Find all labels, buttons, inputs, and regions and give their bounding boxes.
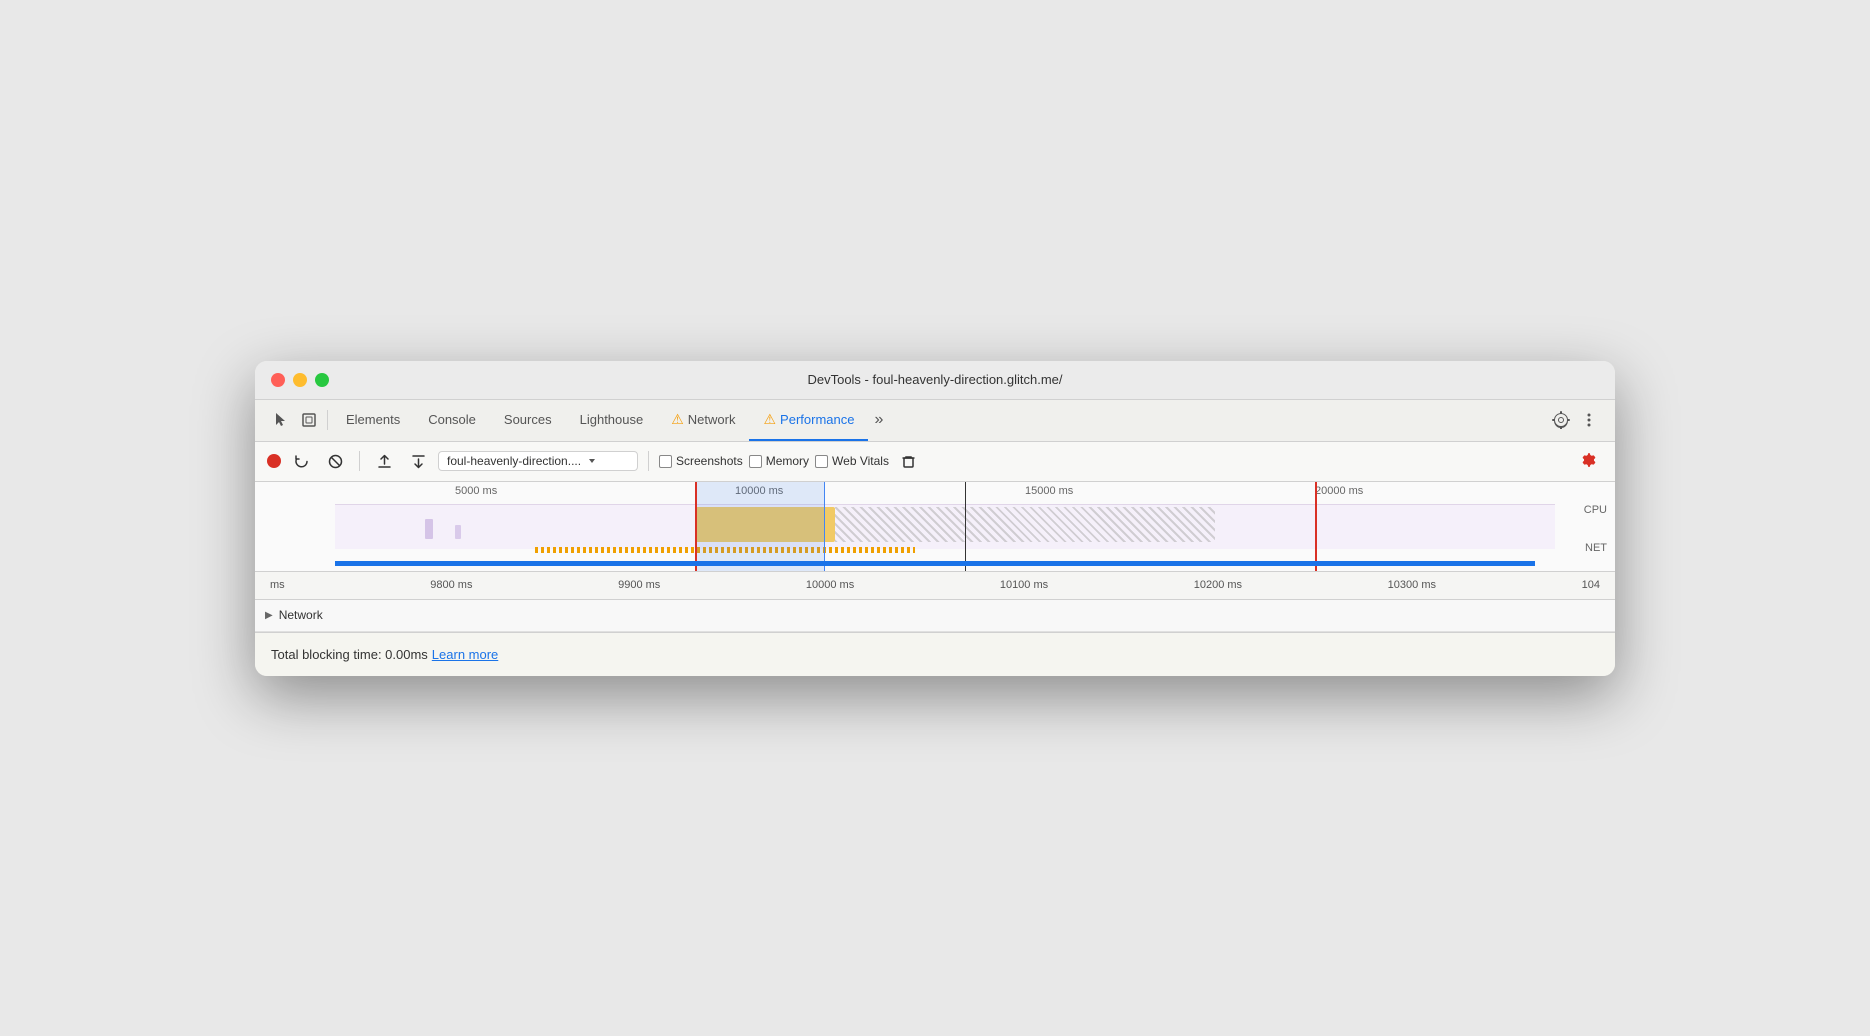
webvitals-option[interactable]: Web Vitals [815,454,889,468]
timeline-chart: 5000 ms 10000 ms 15000 ms 20000 ms [255,482,1615,571]
url-text: foul-heavenly-direction.... [447,454,581,468]
toolbar: Elements Console Sources Lighthouse ⚠ Ne… [255,400,1615,442]
dmark-4: 10100 ms [1000,579,1048,591]
ruler-15000: 15000 ms [1025,485,1073,497]
window-controls [271,373,329,387]
network-warning-icon: ⚠ [671,411,684,428]
performance-settings-icon[interactable] [1575,447,1603,475]
network-label: Network [279,608,323,622]
tab-elements[interactable]: Elements [332,399,414,441]
cursor-icon[interactable] [267,406,295,434]
cpu-spike-1 [425,519,433,539]
url-selector[interactable]: foul-heavenly-direction.... [438,451,638,471]
webvitals-checkbox[interactable] [815,455,828,468]
tab-sources[interactable]: Sources [490,399,566,441]
dmark-1: 9800 ms [430,579,472,591]
net-bar [335,561,1535,566]
inspect-icon[interactable] [295,406,323,434]
action-sep [359,451,360,471]
red-marker-right [1315,482,1317,571]
black-marker [965,482,966,571]
network-expand-arrow: ▶ [265,610,273,621]
cpu-label: CPU [1584,504,1607,516]
red-marker-left [695,482,697,571]
dmark-3: 10000 ms [806,579,854,591]
memory-checkbox[interactable] [749,455,762,468]
close-button[interactable] [271,373,285,387]
webvitals-label: Web Vitals [832,454,889,468]
upload-icon[interactable] [370,447,398,475]
title-bar: DevTools - foul-heavenly-direction.glitc… [255,361,1615,400]
more-tabs-button[interactable]: » [868,411,889,429]
screenshots-label: Screenshots [676,454,743,468]
record-button[interactable] [267,454,281,468]
status-bar: Total blocking time: 0.00ms Learn more [255,632,1615,676]
ruler-20000: 20000 ms [1315,485,1363,497]
minimize-button[interactable] [293,373,307,387]
memory-label: Memory [766,454,809,468]
dmark-2: 9900 ms [618,579,660,591]
maximize-button[interactable] [315,373,329,387]
download-icon[interactable] [404,447,432,475]
selection-overlay [695,482,825,571]
tab-performance[interactable]: ⚠ Performance [749,399,868,441]
tab-lighthouse[interactable]: Lighthouse [566,399,658,441]
network-row[interactable]: ▶ Network [255,600,1615,632]
settings-icon[interactable] [1547,406,1575,434]
more-options-icon[interactable] [1575,406,1603,434]
stop-icon[interactable] [321,447,349,475]
screenshots-checkbox[interactable] [659,455,672,468]
dmark-7: 104 [1582,579,1600,591]
tab-network[interactable]: ⚠ Network [657,399,749,441]
detail-ruler: ms 9800 ms 9900 ms 10000 ms 10100 ms 102… [255,572,1615,600]
detail-ruler-marks: ms 9800 ms 9900 ms 10000 ms 10100 ms 102… [265,579,1605,591]
dmark-6: 10300 ms [1388,579,1436,591]
action-sep2 [648,451,649,471]
performance-warning-icon: ⚠ [763,411,776,428]
action-bar: foul-heavenly-direction.... Screenshots … [255,442,1615,482]
learn-more-link[interactable]: Learn more [432,647,498,662]
memory-option[interactable]: Memory [749,454,809,468]
separator [327,410,328,430]
ruler-5000: 5000 ms [455,485,497,497]
net-label: NET [1585,542,1607,554]
tab-console[interactable]: Console [414,399,490,441]
dmark-0: ms [270,579,285,591]
cpu-hatch [835,507,1215,542]
window-title: DevTools - foul-heavenly-direction.glitc… [807,372,1062,387]
refresh-icon[interactable] [287,447,315,475]
trash-icon[interactable] [895,447,923,475]
timeline-overview[interactable]: 5000 ms 10000 ms 15000 ms 20000 ms [255,482,1615,572]
cpu-spike-2 [455,525,461,539]
screenshots-option[interactable]: Screenshots [659,454,743,468]
devtools-window: DevTools - foul-heavenly-direction.glitc… [255,361,1615,676]
dmark-5: 10200 ms [1194,579,1242,591]
status-text: Total blocking time: 0.00ms [271,647,428,662]
